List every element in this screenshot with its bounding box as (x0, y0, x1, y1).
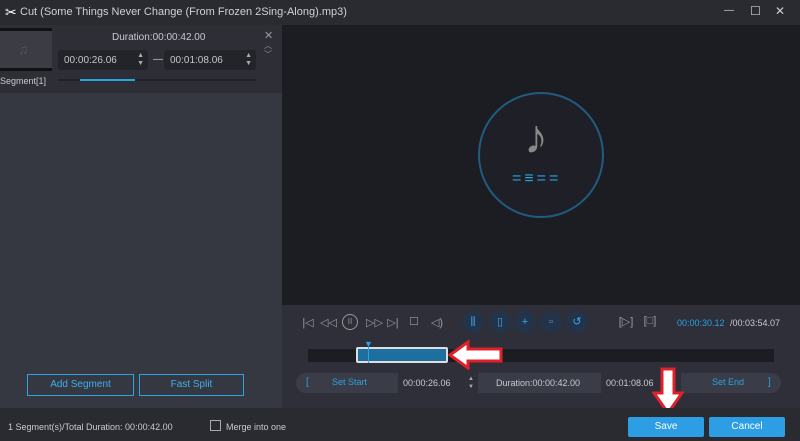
cancel-button[interactable]: Cancel (709, 417, 785, 437)
bracket-left: [ (306, 377, 309, 388)
minimize-button[interactable]: — (724, 5, 734, 16)
maximize-button[interactable]: ☐ (750, 4, 761, 18)
volume-icon[interactable]: ◁) (429, 316, 445, 329)
segment-end-input[interactable]: 00:01:08.06 ▲ ▼ (164, 50, 256, 70)
equalizer-icon: =≡== (512, 170, 562, 187)
arrow-left-annotation (448, 340, 503, 370)
save-button[interactable]: Save (628, 417, 704, 437)
segment-thumbnail: ♫ (0, 28, 52, 71)
cut-bar: [ Set Start 00:00:26.06 ▲ ▼ Duration:00:00… (296, 373, 781, 393)
audio-disc: ♪ =≡== (478, 92, 604, 218)
skip-start-icon[interactable]: |◁ (300, 316, 316, 329)
cut-duration: Duration:00:00:42.00 (496, 378, 581, 388)
fast-split-button[interactable]: Fast Split (139, 374, 244, 396)
close-button[interactable]: ✕ (775, 4, 785, 18)
merge-label: Merge into one (226, 422, 287, 432)
bottom-bar: 1 Segment(s)/Total Duration: 00:00:42.00… (0, 408, 800, 441)
stepper-icon[interactable]: ▲ ▼ (137, 52, 144, 68)
stop-icon[interactable]: ☐ (406, 315, 422, 328)
forward-icon[interactable]: ▷▷ (366, 316, 383, 329)
music-note-icon: ♪ (524, 111, 548, 164)
current-time: 00:00:30.12 (677, 318, 725, 328)
playhead-line (368, 347, 369, 363)
play-segment-icon[interactable]: [▷] (616, 315, 636, 328)
cut-start-input[interactable]: 00:00:26.06 ▲ ▼ (398, 373, 478, 393)
stepper-icon[interactable]: ▲ ▼ (245, 52, 252, 68)
split-icon[interactable]: ⫼ (462, 311, 484, 333)
bracket-right: ] (768, 377, 771, 388)
title-bar: ✂ Cut (Some Things Never Change (From Fr… (0, 0, 800, 25)
stop-segment-icon[interactable]: [□] (640, 315, 660, 327)
segment-progress (58, 79, 256, 81)
pause-icon[interactable]: II (342, 314, 358, 330)
scissors-icon: ✂ (5, 4, 17, 20)
segment-start-input[interactable]: 00:00:26.06 ▲ ▼ (58, 50, 148, 70)
range-dash: — (153, 54, 163, 65)
set-end-button[interactable]: Set End (712, 377, 744, 387)
add-icon[interactable]: + (514, 311, 536, 333)
delete-icon[interactable]: ▯ (489, 311, 511, 333)
segment-duration: Duration:00:00:42.00 (112, 32, 206, 43)
copy-icon[interactable]: ▫ (540, 311, 562, 333)
segment-label: Segment[1] (0, 76, 47, 86)
set-start-button[interactable]: Set Start (332, 377, 367, 387)
window-title: Cut (Some Things Never Change (From Froz… (20, 6, 347, 18)
total-time: /00:03:54.07 (730, 318, 781, 328)
move-segment-icons[interactable]: ︿ ﹀ (264, 41, 272, 59)
selected-range[interactable] (356, 347, 448, 363)
music-icon: ♫ (18, 41, 29, 57)
add-segment-button[interactable]: Add Segment (27, 374, 134, 396)
player-controls: |◁ ◁◁ II ▷▷ ▷| ☐ ◁) ⫼ ▯ + ▫ ↺ [▷] [□] 00… (282, 305, 800, 415)
preview-area: ♪ =≡== (282, 25, 800, 305)
skip-end-icon[interactable]: ▷| (385, 316, 401, 329)
rewind-icon[interactable]: ◁◁ (320, 316, 337, 329)
stepper-icon: ▲ ▼ (468, 376, 474, 390)
merge-checkbox[interactable] (210, 420, 221, 431)
reset-icon[interactable]: ↺ (566, 311, 588, 333)
total-duration-summary: 1 Segment(s)/Total Duration: 00:00:42.00 (8, 422, 173, 432)
